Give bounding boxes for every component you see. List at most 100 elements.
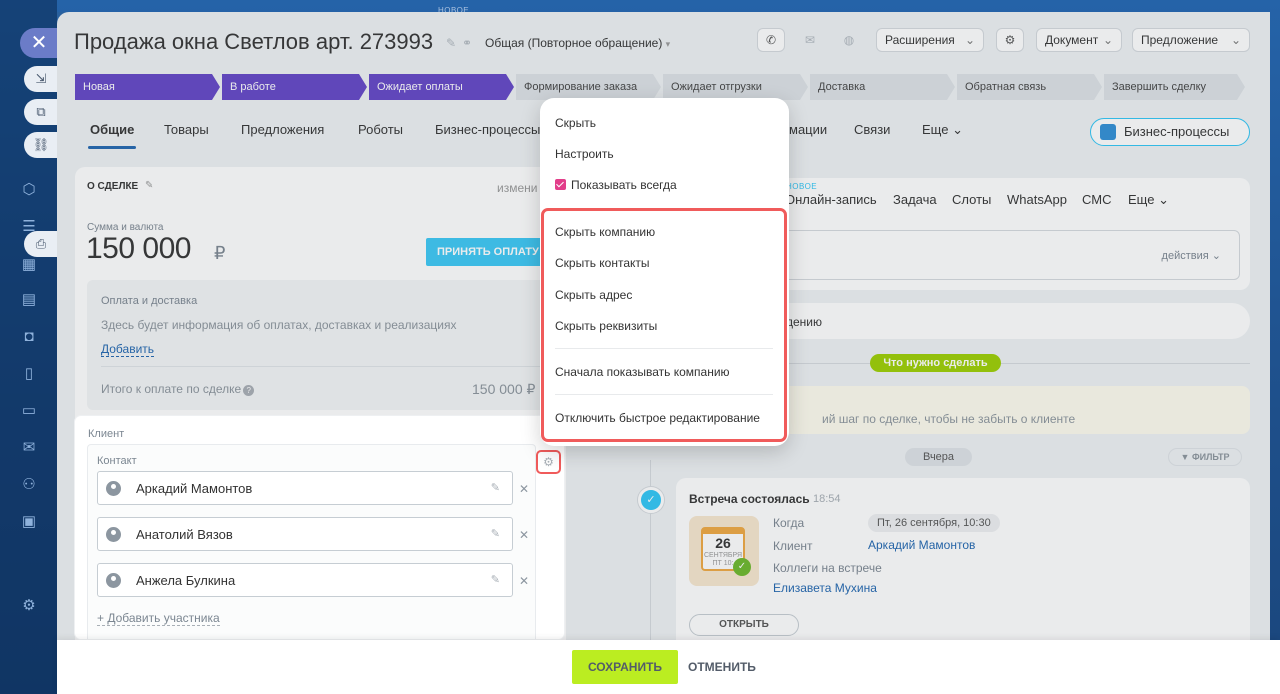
settings-icon[interactable]: ⚙ (19, 596, 39, 616)
open-button[interactable]: ОТКРЫТЬ (689, 614, 799, 636)
menu-item-hide[interactable]: Скрыть (555, 116, 596, 130)
tab-more[interactable]: Еще ⌄ (922, 122, 963, 138)
section-header: О СДЕЛКЕ (87, 181, 139, 192)
colleague-link[interactable]: Елизавета Мухина (773, 581, 877, 595)
menu-item-show-always[interactable]: Показывать всегда (555, 178, 677, 192)
extensions-button[interactable]: Расширения ⌄ (876, 28, 984, 52)
document-icon[interactable]: ▯ (19, 364, 39, 384)
link-icon[interactable]: ⚭ (462, 36, 472, 50)
calendar-icon[interactable]: ▤ (19, 290, 39, 310)
filter-button[interactable]: ▼ ФИЛЬТР (1168, 448, 1242, 466)
grid-icon[interactable]: ▦ (19, 255, 39, 275)
todo-badge: Что нужно сделать (870, 354, 1001, 372)
menu-divider (555, 394, 773, 395)
stage-bar: Новая В работе Ожидает оплаты Формирование … (75, 74, 1245, 100)
tab-general[interactable]: Общие (87, 122, 137, 149)
mail-icon[interactable]: ✉ (19, 438, 39, 458)
remove-contact-icon[interactable]: ✕ (519, 574, 529, 588)
gear-icon[interactable]: ⚙ (536, 450, 561, 474)
stage-8[interactable]: Завершить сделку (1104, 74, 1245, 100)
offer-button[interactable]: Предложение ⌄ (1132, 28, 1250, 52)
tab-timeline-more-label: Еще (1128, 192, 1155, 207)
tab-whatsapp[interactable]: WhatsApp (1007, 192, 1067, 207)
business-processes-label: Бизнес-процессы (1124, 124, 1230, 139)
contact-block: Контакт Аркадий Мамонтов ✎ ✕ Анатолий Вяз… (87, 444, 536, 639)
menu-item-hide-contacts[interactable]: Скрыть контакты (555, 256, 650, 270)
remove-contact-icon[interactable]: ✕ (519, 528, 529, 542)
chevron-down-icon: ⌄ (1230, 33, 1241, 47)
tab-business-processes[interactable]: Бизнес-процессы (435, 122, 540, 137)
edit-icon[interactable]: ✎ (491, 573, 500, 586)
stage-4[interactable]: Формирование заказа (516, 74, 661, 100)
menu-item-hide-address[interactable]: Скрыть адрес (555, 288, 632, 302)
menu-item-hide-requisites[interactable]: Скрыть реквизиты (555, 319, 657, 333)
payment-add-link[interactable]: Добавить (101, 342, 155, 357)
stage-5[interactable]: Ожидает отгрузки (663, 74, 808, 100)
users-icon[interactable]: ⚇ (19, 475, 39, 495)
chevron-down-icon: ⌄ (964, 33, 975, 47)
stage-6[interactable]: Доставка (810, 74, 955, 100)
stage-1[interactable]: Новая (75, 74, 220, 100)
close-slider-button[interactable]: ✕ (20, 28, 58, 58)
contact-field[interactable]: Анатолий Вязов ✎ (97, 517, 513, 551)
tab-history[interactable]: мации (789, 122, 827, 137)
category-selector[interactable]: Общая (Повторное обращение) ▾ (485, 36, 670, 50)
cash-icon[interactable]: ▭ (19, 401, 39, 421)
checkbox-checked-icon[interactable] (555, 179, 566, 190)
contact-field[interactable]: Аркадий Мамонтов ✎ (97, 471, 513, 505)
copy-link-icon[interactable]: ⛓ (24, 132, 58, 158)
client-settings-menu: Скрыть Настроить Показывать всегда Скрыт… (540, 98, 789, 446)
actions-label: действия (1161, 250, 1209, 262)
gear-icon[interactable]: ⚙ (996, 28, 1024, 52)
print-icon[interactable]: ⎙ (24, 231, 58, 257)
tab-online-booking[interactable]: Онлайн-запись (785, 192, 877, 207)
phone-icon[interactable]: ✆ (757, 28, 785, 52)
monitor-icon[interactable]: ▣ (19, 512, 39, 532)
menu-item-show-company-first[interactable]: Сначала показывать компанию (555, 365, 730, 379)
add-participant-link[interactable]: + Добавить участника (97, 611, 220, 626)
remove-contact-icon[interactable]: ✕ (519, 482, 529, 496)
tab-offers[interactable]: Предложения (241, 122, 324, 137)
cancel-button[interactable]: ОТМЕНИТЬ (688, 660, 756, 674)
open-new-window-icon[interactable]: ⧉ (24, 99, 58, 125)
todo-hint-text: ий шаг по сделке, чтобы не забыть о клие… (822, 412, 1076, 426)
calendar-icon: 26 СЕНТЯБРЯ ПТ 10: ✓ (689, 516, 759, 586)
tab-links[interactable]: Связи (854, 122, 890, 137)
tab-products[interactable]: Товары (164, 122, 209, 137)
help-icon[interactable]: ? (243, 385, 255, 396)
edit-section-icon[interactable]: ✎ (145, 180, 153, 191)
when-label: Когда (773, 516, 805, 530)
hexagon-icon[interactable]: ⬡ (19, 180, 39, 200)
document-button[interactable]: Документ ⌄ (1036, 28, 1122, 52)
edit-icon[interactable]: ✎ (491, 481, 500, 494)
business-processes-button[interactable]: Бизнес-процессы (1090, 118, 1250, 146)
save-button[interactable]: СОХРАНИТЬ (572, 650, 678, 684)
edit-icon[interactable]: ✎ (491, 527, 500, 540)
contact-field[interactable]: Анжела Булкина ✎ (97, 563, 513, 597)
edit-title-icon[interactable]: ✎ (446, 36, 456, 50)
tab-sms[interactable]: СМС (1082, 192, 1111, 207)
tab-timeline-more[interactable]: Еще ⌄ (1128, 192, 1169, 208)
stage-3[interactable]: Ожидает оплаты (369, 74, 514, 100)
chevron-down-icon: ⌄ (952, 122, 963, 137)
menu-item-disable-quick-edit[interactable]: Отключить быстрое редактирование (555, 411, 760, 425)
actions-dropdown[interactable]: действия ⌄ (1162, 249, 1221, 262)
sum-value[interactable]: 150 000 (86, 232, 191, 266)
total-label-text: Итого к оплате по сделке (101, 382, 242, 396)
client-link[interactable]: Аркадий Мамонтов (868, 538, 975, 552)
tab-slots[interactable]: Слоты (952, 192, 991, 207)
minimize-icon[interactable]: ⇲ (24, 66, 58, 92)
edit-section-link[interactable]: измени (497, 181, 537, 195)
stage-2[interactable]: В работе (222, 74, 367, 100)
tab-task[interactable]: Задача (893, 192, 937, 207)
calendar-day: 26 (715, 535, 731, 551)
tab-robots[interactable]: Роботы (358, 122, 403, 137)
payment-title: Оплата и доставка (101, 295, 198, 307)
menu-item-configure[interactable]: Настроить (555, 147, 614, 161)
robot-icon[interactable]: ◘ (19, 327, 39, 347)
menu-item-hide-company[interactable]: Скрыть компанию (555, 225, 655, 239)
check-icon: ✓ (733, 558, 751, 576)
stage-7[interactable]: Обратная связь (957, 74, 1102, 100)
chat-icon[interactable]: ◍ (835, 28, 863, 52)
mail-icon[interactable]: ✉ (796, 28, 824, 52)
